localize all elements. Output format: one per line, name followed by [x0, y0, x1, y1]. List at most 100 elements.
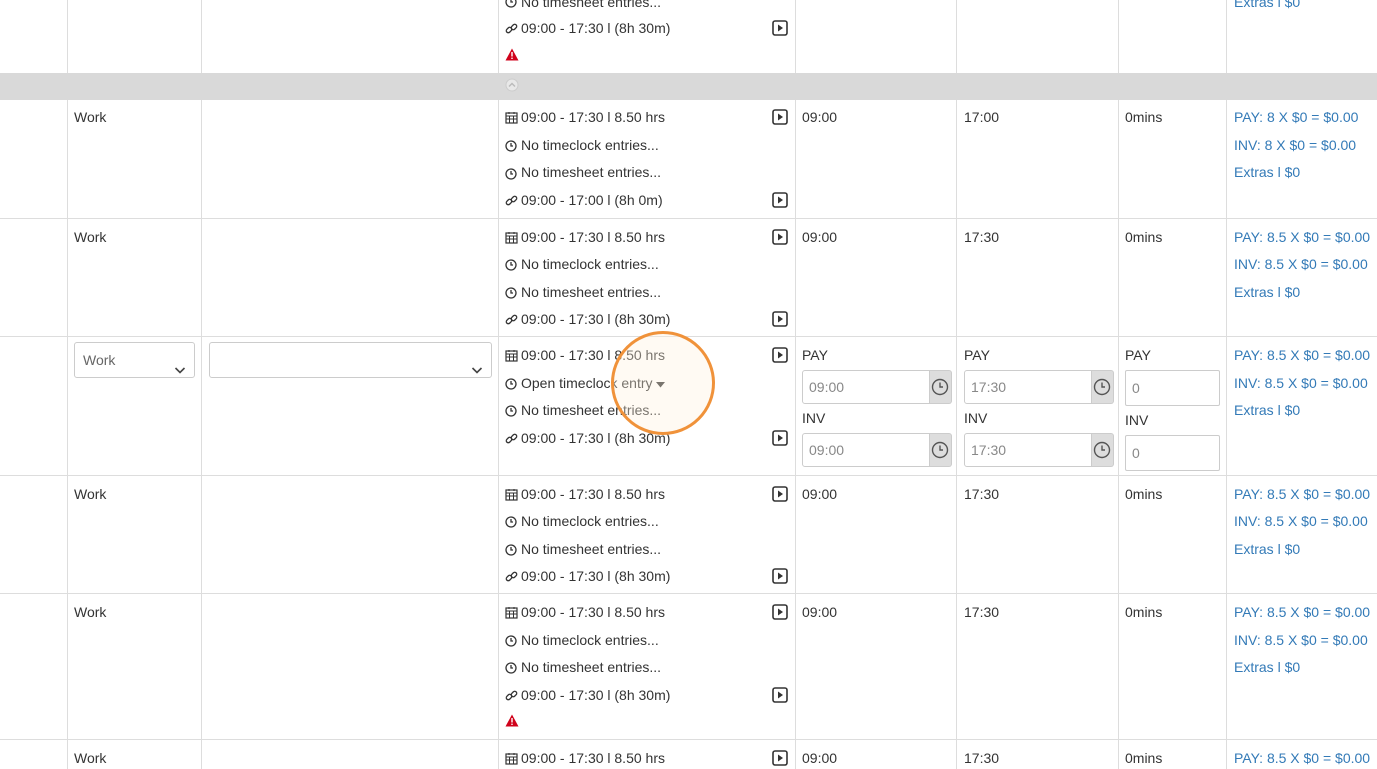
clock-icon [505, 286, 517, 302]
table-row: Work 09:00 - 17:30 l 8.50 hrs No timeclo… [0, 100, 1377, 219]
clock-icon [505, 139, 517, 155]
extras-link[interactable]: Extras l $0 [1234, 658, 1300, 676]
link-time: 09:00 - 17:30 l (8h 30m) [521, 568, 671, 584]
link-time: 09:00 - 17:30 l (8h 30m) [521, 687, 671, 703]
inv-link[interactable]: INV: 8.5 X $0 = $0.00 [1234, 374, 1368, 392]
time-picker-button[interactable] [1092, 433, 1114, 467]
group-divider [0, 73, 1377, 100]
timeclock-status: No timeclock entries... [521, 513, 659, 529]
timesheet-status: No timesheet entries... [521, 164, 662, 180]
pay-link[interactable]: PAY: 8.5 X $0 = $0.00 [1234, 485, 1370, 503]
link-icon [505, 313, 518, 329]
play-button[interactable] [772, 430, 788, 446]
pay-link[interactable]: PAY: 8 X $0 = $0.00 [1234, 108, 1358, 126]
timesheet-status: No timesheet entries... [521, 541, 662, 557]
pay-label: PAY [964, 347, 990, 363]
play-button[interactable] [772, 109, 788, 125]
break-duration: 0mins [1125, 604, 1163, 620]
clock-icon [505, 543, 517, 559]
table-row: Work 09:00 - 17:30 l 8.50 hrs 09:00 17:3… [0, 739, 1377, 769]
inv-link[interactable]: INV: 8 X $0 = $0.00 [1234, 136, 1356, 154]
start-time: 09:00 [802, 750, 838, 766]
play-button[interactable] [772, 750, 788, 766]
inv-break-input[interactable]: 0 [1125, 435, 1220, 471]
link-icon [505, 194, 518, 210]
clock-icon [505, 634, 517, 650]
timesheet-status: No timesheet entries... [521, 284, 662, 300]
position-select[interactable] [209, 342, 492, 378]
collapse-icon[interactable] [505, 78, 519, 95]
inv-start-time-input[interactable]: 09:00 [802, 433, 930, 467]
shift-type: Work [74, 486, 107, 502]
clock-icon [505, 167, 517, 183]
clock-icon [505, 404, 517, 420]
extras-link[interactable]: Extras l $0 [1234, 163, 1300, 181]
break-duration: 0mins [1125, 486, 1163, 502]
break-duration: 0mins [1125, 750, 1163, 766]
inv-end-time-input[interactable]: 17:30 [964, 433, 1092, 467]
pay-break-input[interactable]: 0 [1125, 370, 1220, 406]
click-indicator [611, 331, 715, 435]
pay-end-time-input[interactable]: 17:30 [964, 370, 1092, 404]
timesheet-status: No timesheet entries... [521, 659, 662, 675]
play-button[interactable] [772, 486, 788, 502]
table-row: Work 09:00 - 17:30 l 8.50 hrs No timeclo… [0, 218, 1377, 337]
inv-label: INV [964, 410, 988, 426]
schedule-time: 09:00 - 17:30 l 8.50 hrs [521, 750, 665, 766]
timesheet-status: No timesheet entries... [521, 0, 662, 10]
pay-start-time-input[interactable]: 09:00 [802, 370, 930, 404]
time-picker-button[interactable] [1092, 370, 1114, 404]
pay-label: PAY [1125, 347, 1151, 363]
play-button[interactable] [772, 568, 788, 584]
clock-icon [505, 258, 517, 274]
inv-link[interactable]: INV: 8.5 X $0 = $0.00 [1234, 255, 1368, 273]
play-button[interactable] [772, 229, 788, 245]
inv-link[interactable]: INV: 8.5 X $0 = $0.00 [1234, 512, 1368, 530]
play-button[interactable] [772, 192, 788, 208]
shift-type-select[interactable]: Work [74, 342, 195, 378]
link-icon [505, 22, 518, 38]
extras-link[interactable]: Extras l $0 [1234, 401, 1300, 419]
play-button[interactable] [772, 687, 788, 703]
end-time: 17:30 [964, 604, 1000, 620]
timeclock-status: No timeclock entries... [521, 256, 659, 272]
extras-link[interactable]: Extras l $0 [1234, 0, 1300, 11]
play-button[interactable] [772, 20, 788, 36]
shift-type: Work [74, 229, 107, 245]
link-icon [505, 432, 518, 448]
link-icon [505, 689, 518, 705]
extras-link[interactable]: Extras l $0 [1234, 283, 1300, 301]
extras-link[interactable]: Extras l $0 [1234, 540, 1300, 558]
time-picker-button[interactable] [930, 370, 952, 404]
calendar-icon [505, 606, 518, 622]
pay-link[interactable]: PAY: 8.5 X $0 = $0.00 [1234, 228, 1370, 246]
timeclock-status: No timeclock entries... [521, 137, 659, 153]
clock-icon [931, 441, 949, 459]
inv-label: INV [1125, 412, 1149, 428]
inv-link[interactable]: INV: 8.5 X $0 = $0.00 [1234, 631, 1368, 649]
play-button[interactable] [772, 311, 788, 327]
warning-icon [505, 714, 519, 730]
pay-link[interactable]: PAY: 8.5 X $0 = $0.00 [1234, 346, 1370, 364]
schedule-time: 09:00 - 17:30 l 8.50 hrs [521, 229, 665, 245]
clock-icon [505, 515, 517, 531]
clock-icon [931, 378, 949, 396]
table-row: Work 09:00 - 17:30 l 8.50 hrs No timeclo… [0, 593, 1377, 740]
calendar-icon [505, 111, 518, 127]
link-time: 09:00 - 17:30 l (8h 30m) [521, 20, 671, 36]
start-time: 09:00 [802, 109, 838, 125]
end-time: 17:30 [964, 486, 1000, 502]
pay-link[interactable]: PAY: 8.5 X $0 = $0.00 [1234, 603, 1370, 621]
play-button[interactable] [772, 347, 788, 363]
calendar-icon [505, 752, 518, 768]
table-row: Work 09:00 - 17:30 l 8.50 hrs No timeclo… [0, 475, 1377, 594]
shift-type-value: Work [83, 352, 116, 368]
calendar-icon [505, 349, 518, 365]
pay-link[interactable]: PAY: 8.5 X $0 = $0.00 [1234, 749, 1370, 767]
play-button[interactable] [772, 604, 788, 620]
link-time: 09:00 - 17:30 l (8h 30m) [521, 311, 671, 327]
link-time: 09:00 - 17:00 l (8h 0m) [521, 192, 663, 208]
start-time: 09:00 [802, 486, 838, 502]
shift-type: Work [74, 750, 107, 766]
time-picker-button[interactable] [930, 433, 952, 467]
